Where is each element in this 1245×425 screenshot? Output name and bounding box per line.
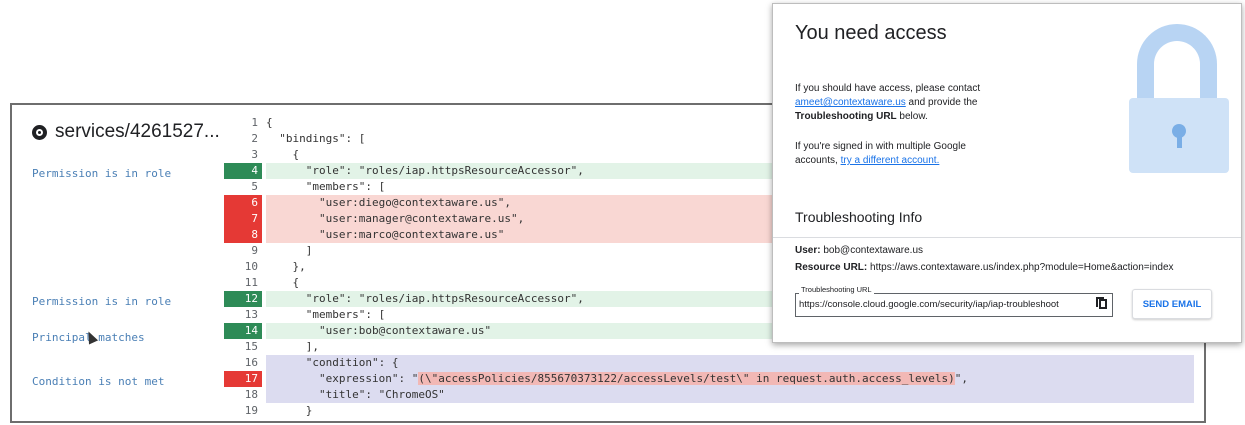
code-fragment: ",	[954, 372, 969, 385]
contact-text: and provide the	[905, 97, 978, 108]
line-number: 8	[224, 227, 262, 243]
line-number: 5	[251, 180, 258, 193]
dialog-title: You need access	[795, 22, 947, 44]
contact-text: below.	[896, 111, 928, 122]
line-number: 7	[224, 211, 262, 227]
user-label: User:	[795, 245, 821, 256]
divider	[773, 237, 1241, 238]
line-number: 6	[224, 195, 262, 211]
line-number: 9	[251, 244, 258, 257]
line-number: 16	[244, 356, 258, 369]
line-number: 19	[244, 404, 258, 417]
code-fragment: "expression": "	[266, 372, 419, 385]
annotation-permission-in-role: Permission is in role	[32, 167, 172, 180]
you-need-access-dialog: You need access If you should have acces…	[772, 3, 1242, 343]
admin-email-link[interactable]: ameet@contextaware.us	[795, 97, 906, 108]
service-header: services/4261527...	[32, 121, 220, 143]
line-number: 14	[224, 323, 262, 339]
line-number-gutter: 1 2 3 4 5 6 7 8 9 10 11 12 13 14 15 16 1…	[224, 115, 262, 419]
code-line: "condition": {	[266, 355, 1194, 371]
lock-icon	[1129, 24, 1229, 174]
contact-text: If you should have access, please contac…	[795, 83, 981, 94]
resource-url-row: Resource URL: https://aws.contextaware.u…	[795, 262, 1174, 273]
user-info-row: User: bob@contextaware.us	[795, 245, 923, 256]
line-number: 12	[224, 291, 262, 307]
copy-icon[interactable]	[1096, 297, 1107, 309]
try-different-account-link[interactable]: try a different account.	[841, 155, 940, 166]
troubleshooting-url-emphasis: Troubleshooting URL	[795, 111, 897, 122]
line-number: 4	[224, 163, 262, 179]
line-number: 18	[244, 388, 258, 401]
user-value: bob@contextaware.us	[823, 245, 924, 256]
code-line-condition-expression: "expression": "(\"accessPolicies/8556703…	[266, 371, 1194, 387]
service-title[interactable]: services/4261527...	[55, 121, 220, 143]
resource-url-label: Resource URL:	[795, 262, 868, 273]
code-line: "title": "ChromeOS"	[266, 387, 1194, 403]
annotation-permission-in-role: Permission is in role	[32, 295, 172, 308]
failing-expression: (\"accessPolicies/855670373122/accessLev…	[418, 372, 955, 385]
annotation-condition-not-met: Condition is not met	[32, 375, 165, 388]
accounts-text: accounts,	[795, 155, 841, 166]
line-number: 15	[244, 340, 258, 353]
send-email-button[interactable]: SEND EMAIL	[1132, 289, 1212, 319]
line-number: 1	[251, 116, 258, 129]
line-number: 11	[244, 276, 258, 289]
resource-url-value: https://aws.contextaware.us/index.php?mo…	[870, 262, 1174, 273]
line-number: 10	[244, 260, 258, 273]
troubleshooting-info-heading: Troubleshooting Info	[795, 209, 923, 225]
line-number: 13	[244, 308, 258, 321]
line-number: 17	[224, 371, 262, 387]
line-number: 3	[251, 148, 258, 161]
line-number: 2	[251, 132, 258, 145]
accounts-text: If you're signed in with multiple Google	[795, 141, 966, 152]
service-icon	[32, 124, 47, 140]
code-line: }	[266, 404, 313, 417]
multiple-accounts-paragraph: If you're signed in with multiple Google…	[795, 140, 1035, 168]
troubleshooting-url-label: Troubleshooting URL	[799, 285, 874, 294]
troubleshooting-url-field[interactable]: https://console.cloud.google.com/securit…	[795, 293, 1113, 317]
contact-paragraph: If you should have access, please contac…	[795, 82, 1035, 124]
